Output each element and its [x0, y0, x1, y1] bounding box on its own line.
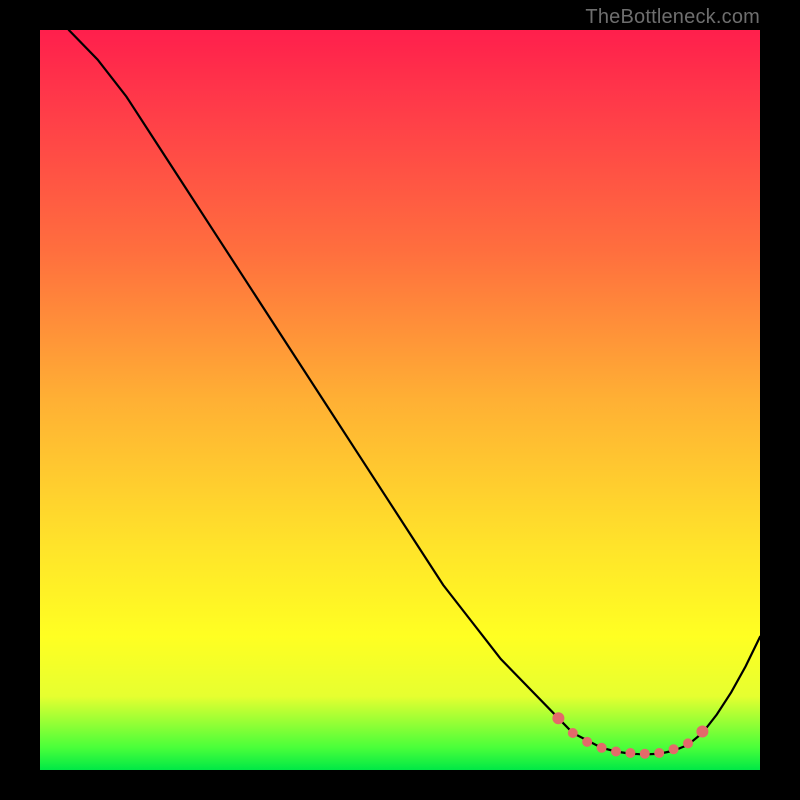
dot	[654, 748, 664, 758]
dot	[611, 747, 621, 757]
plot-area	[40, 30, 760, 770]
attribution-label: TheBottleneck.com	[585, 6, 760, 29]
dot	[683, 738, 693, 748]
dot	[568, 728, 578, 738]
dot	[696, 726, 708, 738]
dot	[582, 737, 592, 747]
dot	[640, 749, 650, 759]
chart-svg	[40, 30, 760, 770]
chart-frame: TheBottleneck.com	[0, 0, 800, 800]
dot	[552, 712, 564, 724]
dot	[625, 748, 635, 758]
dot	[669, 744, 679, 754]
dot	[597, 743, 607, 753]
bottleneck-curve	[69, 30, 760, 754]
bottleneck-dots	[552, 712, 708, 759]
